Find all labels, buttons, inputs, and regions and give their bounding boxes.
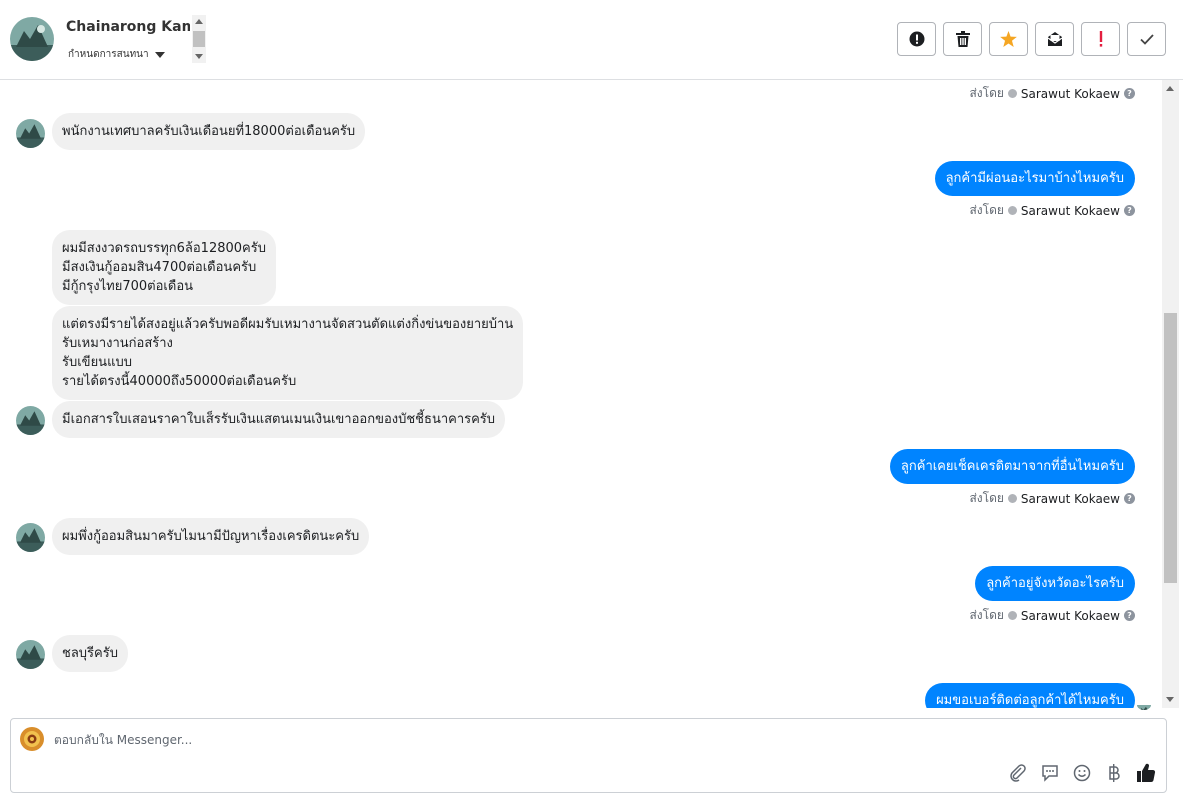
help-icon[interactable]: ? <box>1124 493 1135 504</box>
verified-icon <box>1007 494 1017 503</box>
like-button[interactable] <box>1136 763 1156 783</box>
messenger-inbox-window: Chainarong Kamon กำหนดการสนทนา <box>0 0 1183 797</box>
exclamation-icon <box>1099 31 1102 47</box>
attach-icon <box>1010 764 1026 782</box>
message-list[interactable]: ส่งโดย Sarawut Kokaew ? พนักงานเทศบาลครั… <box>0 80 1162 708</box>
scroll-up-arrow-icon[interactable] <box>1166 86 1174 91</box>
contact-avatar[interactable] <box>10 17 54 61</box>
incoming-message[interactable]: ชลบุรีครับ <box>52 635 128 672</box>
help-icon[interactable]: ? <box>1124 205 1135 216</box>
contact-avatar-small[interactable] <box>16 640 45 669</box>
verified-icon <box>1007 89 1017 98</box>
agent-name[interactable]: Sarawut Kokaew <box>1021 204 1120 218</box>
message-list-scrollbar[interactable] <box>1162 80 1179 708</box>
agent-name[interactable]: Sarawut Kokaew <box>1021 609 1120 623</box>
checkmark-icon <box>1139 33 1154 45</box>
trash-icon <box>955 31 970 47</box>
contact-avatar-small[interactable] <box>16 406 45 435</box>
seen-avatar <box>1137 700 1151 710</box>
incoming-message[interactable]: แต่ตรงมีรายได้สงอยู่แล้วครับพอดีผมรับเหม… <box>52 306 524 400</box>
outgoing-message[interactable]: ลูกค้ามีผ่อนอะไรมาบ้างไหมครับ <box>934 161 1135 196</box>
status-label: กำหนดการสนทนา <box>68 49 149 60</box>
conversation-actions <box>897 22 1166 56</box>
outgoing-message[interactable]: ผมขอเบอร์ติดต่อลูกค้าได้ไหมครับ <box>925 683 1135 708</box>
scroll-down-arrow-icon[interactable] <box>195 54 203 59</box>
conversation-header: Chainarong Kamon กำหนดการสนทนา <box>0 0 1183 80</box>
verified-icon <box>1007 206 1017 215</box>
important-button[interactable] <box>1081 22 1120 56</box>
scroll-down-arrow-icon[interactable] <box>1166 697 1174 702</box>
exclamation-circle-icon <box>909 31 924 47</box>
agent-name[interactable]: Sarawut Kokaew <box>1021 87 1120 101</box>
reply-input[interactable] <box>54 730 954 750</box>
saved-reply-button[interactable] <box>1040 763 1060 783</box>
incoming-message[interactable]: มีเอกสารใบเสอนราคาใบเส็รรับเงินแสตนเมนเง… <box>52 401 506 438</box>
contact-avatar-small[interactable] <box>16 523 45 552</box>
sent-by-label: ส่งโดย Sarawut Kokaew ? <box>969 606 1135 625</box>
sent-by-label: ส่งโดย Sarawut Kokaew ? <box>969 201 1135 220</box>
emoji-icon <box>1073 764 1091 782</box>
verified-icon <box>1007 611 1017 620</box>
outgoing-message[interactable]: ลูกค้าเคยเช็คเครดิตมาจากที่อื่นไหมครับ <box>889 449 1135 484</box>
star-button[interactable] <box>989 22 1028 56</box>
attach-button[interactable] <box>1008 763 1028 783</box>
header-scrollbar[interactable] <box>192 15 206 63</box>
conversation-status-select[interactable]: กำหนดการสนทนา <box>68 47 165 62</box>
envelope-open-icon <box>1047 32 1062 46</box>
incoming-message[interactable]: พนักงานเทศบาลครับเงินเดือนยที่18000ต่อเด… <box>52 113 366 150</box>
star-icon <box>1000 31 1017 47</box>
mark-unread-button[interactable] <box>1035 22 1074 56</box>
saved-reply-icon <box>1042 765 1058 782</box>
help-icon[interactable]: ? <box>1124 88 1135 99</box>
sent-by-label: ส่งโดย Sarawut Kokaew ? <box>969 489 1135 508</box>
baht-icon <box>1109 764 1120 782</box>
payment-button[interactable] <box>1104 763 1124 783</box>
like-icon <box>1137 763 1156 783</box>
scroll-thumb[interactable] <box>1164 313 1177 583</box>
emoji-button[interactable] <box>1072 763 1092 783</box>
contact-avatar-small[interactable] <box>16 119 45 148</box>
sent-by-label: ส่งโดย Sarawut Kokaew ? <box>969 84 1135 103</box>
contact-name[interactable]: Chainarong Kamon <box>66 19 190 35</box>
scroll-thumb[interactable] <box>193 31 205 47</box>
report-button[interactable] <box>897 22 936 56</box>
delete-button[interactable] <box>943 22 982 56</box>
composer-tools <box>1008 763 1156 783</box>
agent-name[interactable]: Sarawut Kokaew <box>1021 492 1120 506</box>
outgoing-message[interactable]: ลูกค้าอยู่จังหวัดอะไรครับ <box>975 566 1135 601</box>
incoming-message[interactable]: ผมพึ่งกู้ออมสินมาครับไมนามีปัญหาเรื่องเค… <box>52 518 370 555</box>
page-avatar <box>20 727 44 751</box>
incoming-message[interactable]: ผมมีสงงวดรถบรรทุก6ล้อ12800ครับ มีสงเงินก… <box>52 230 276 305</box>
scroll-up-arrow-icon[interactable] <box>195 19 203 24</box>
caret-down-icon <box>154 51 165 58</box>
done-button[interactable] <box>1127 22 1166 56</box>
help-icon[interactable]: ? <box>1124 610 1135 621</box>
reply-composer <box>10 718 1167 793</box>
